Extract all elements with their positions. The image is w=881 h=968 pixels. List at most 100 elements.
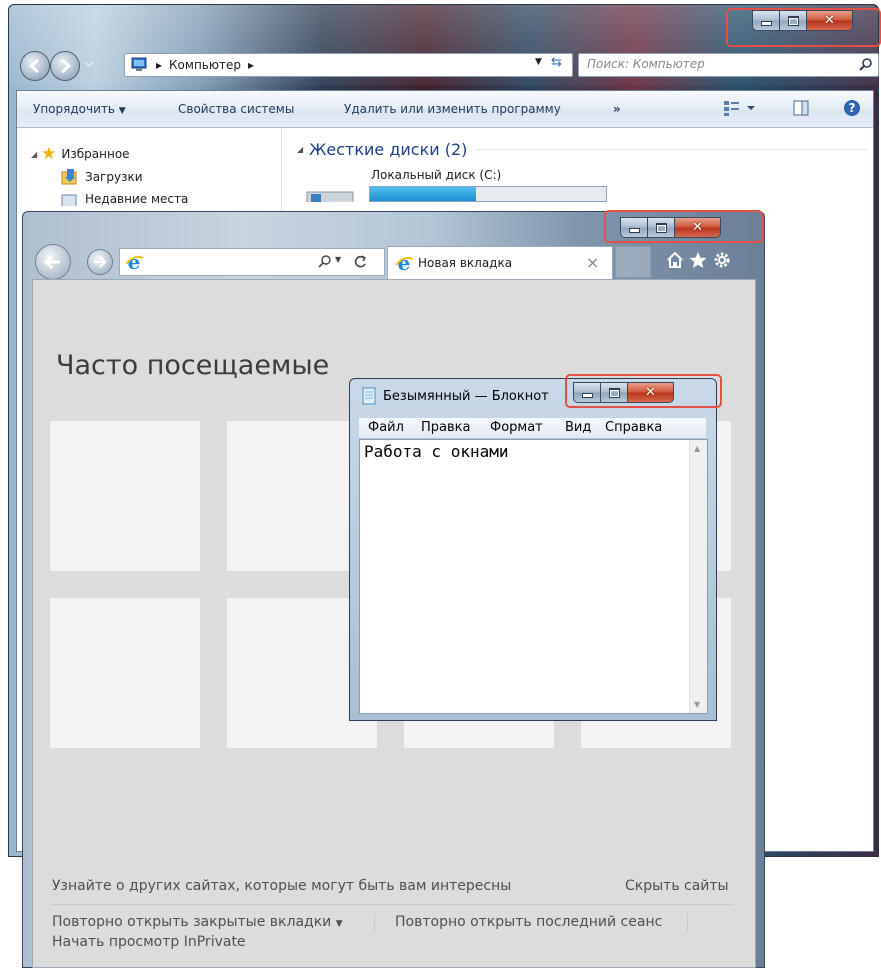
nav-favorites[interactable]: ◢ ★ Избранное (31, 144, 130, 164)
preview-pane-button[interactable] (793, 100, 809, 116)
breadcrumb-separator-icon: ▸ (156, 58, 163, 72)
menu-file[interactable]: Файл (368, 420, 404, 435)
drive-c-icon (305, 188, 355, 202)
menu-edit[interactable]: Правка (421, 420, 470, 435)
discover-sites-link[interactable]: Узнайте о других сайтах, которые могут б… (52, 878, 511, 894)
ie-tab-new[interactable]: e Новая вкладка × (387, 246, 613, 279)
drive-c-label[interactable]: Локальный диск (C:) (371, 168, 501, 182)
minimize-icon (628, 228, 640, 233)
explorer-search-placeholder: Поиск: Компьютер (587, 57, 705, 71)
notepad-text-area[interactable]: Работа с окнами ▲ ▼ (359, 439, 708, 714)
star-icon: ★ (41, 144, 57, 164)
maximize-icon (787, 15, 799, 26)
hard-drives-group-label: Жесткие диски (2) (309, 140, 468, 159)
explorer-command-bar: Упорядочить ▼ Свойства системы Удалить и… (17, 91, 873, 128)
nav-recent-places[interactable]: Недавние места (61, 192, 188, 206)
notepad-text-content: Работа с окнами (364, 442, 509, 461)
back-button[interactable] (20, 51, 50, 81)
search-dropdown-icon[interactable]: ▼ (335, 255, 341, 264)
hard-drive-icon (306, 191, 354, 202)
help-button[interactable]: ? (843, 99, 861, 117)
ie-minimize-button[interactable] (620, 217, 648, 238)
arrow-right-icon (61, 58, 72, 74)
ie-logo-icon: e (395, 253, 414, 273)
notepad-vertical-scrollbar[interactable]: ▲ ▼ (689, 440, 707, 713)
menu-help[interactable]: Справка (605, 420, 662, 435)
explorer-maximize-button[interactable] (780, 10, 807, 31)
maximize-icon (608, 387, 620, 398)
favorites-star-icon[interactable] (688, 250, 708, 270)
forward-button[interactable] (50, 51, 80, 81)
nav-favorites-label: Избранное (61, 147, 130, 161)
refresh-icon[interactable] (352, 254, 368, 270)
drive-c-usage-fill (370, 187, 477, 201)
gear-icon[interactable] (712, 250, 732, 270)
maximize-icon (655, 222, 667, 233)
ie-close-button[interactable]: ✕ (675, 217, 721, 238)
refresh-icon[interactable]: ⇆ (551, 55, 562, 70)
notepad-window-controls: ✕ (573, 382, 674, 403)
search-icon[interactable] (318, 255, 332, 269)
explorer-search-input[interactable]: Поиск: Компьютер (578, 53, 879, 77)
preview-pane-icon (793, 100, 809, 116)
notepad-window: Безымянный — Блокнот ✕ Файл Правка Форма… (349, 374, 722, 721)
hard-drives-group-header[interactable]: ◢ Жесткие диски (2) (297, 140, 867, 159)
view-icon (724, 101, 755, 116)
explorer-navbar: ▸ Компьютер ▸ ▼ ⇆ Поиск: Компьютер (16, 49, 879, 81)
collapse-arrow-icon: ◢ (31, 149, 38, 159)
help-icon: ? (844, 100, 860, 116)
explorer-close-button[interactable]: ✕ (807, 10, 853, 31)
site-tile[interactable] (50, 598, 200, 748)
downloads-folder-icon (61, 169, 77, 185)
explorer-minimize-button[interactable] (752, 10, 780, 31)
scroll-up-icon[interactable]: ▲ (694, 444, 700, 453)
recent-places-icon (61, 194, 77, 206)
notepad-close-button[interactable]: ✕ (628, 382, 674, 403)
nav-recent-places-label: Недавние места (85, 192, 189, 206)
reopen-closed-tabs-label: Повторно открыть закрытые вкладки (52, 914, 332, 930)
hide-sites-link[interactable]: Скрыть сайты (625, 878, 729, 894)
ie-maximize-button[interactable] (648, 217, 675, 238)
system-properties-button[interactable]: Свойства системы (178, 102, 294, 116)
view-options-button[interactable] (723, 99, 759, 117)
minimize-icon (581, 393, 593, 398)
breadcrumb-computer[interactable]: Компьютер (169, 58, 241, 72)
organize-button[interactable]: Упорядочить ▼ (33, 102, 126, 116)
menu-view[interactable]: Вид (565, 420, 591, 435)
history-dropdown[interactable] (83, 58, 95, 70)
reopen-closed-tabs-link[interactable]: Повторно открыть закрытые вкладки ▼ (52, 914, 343, 930)
collapse-arrow-icon: ◢ (297, 145, 304, 154)
menu-format[interactable]: Формат (490, 420, 543, 435)
scroll-down-icon[interactable]: ▼ (694, 700, 700, 709)
chevron-down-icon: ▼ (118, 106, 126, 116)
close-icon: ✕ (645, 385, 656, 400)
svg-text:e: e (398, 253, 411, 273)
address-bar[interactable]: ▸ Компьютер ▸ ▼ ⇆ (124, 53, 573, 77)
site-tile[interactable] (50, 421, 200, 571)
ie-logo-icon: e (125, 252, 144, 272)
close-icon: ✕ (692, 220, 703, 235)
reopen-last-session-link[interactable]: Повторно открыть последний сеанс (395, 914, 662, 930)
notepad-maximize-button[interactable] (601, 382, 628, 403)
organize-label: Упорядочить (33, 102, 115, 116)
address-dropdown-icon[interactable]: ▼ (535, 57, 542, 67)
arrow-left-icon (43, 254, 60, 270)
more-commands-button[interactable]: » (613, 102, 621, 116)
ie-tab-title: Новая вкладка (418, 256, 513, 270)
close-icon: ✕ (824, 13, 835, 28)
ie-tab-close-button[interactable]: × (586, 253, 599, 272)
home-icon[interactable] (665, 250, 685, 270)
ie-new-tab-button[interactable] (615, 246, 651, 278)
ie-window-controls: ✕ (620, 217, 721, 238)
breadcrumb-expand-icon[interactable]: ▸ (248, 58, 254, 72)
nav-downloads[interactable]: Загрузки (61, 168, 143, 186)
ie-address-bar[interactable]: e ▼ (119, 248, 385, 276)
inprivate-link[interactable]: Начать просмотр InPrivate (52, 934, 246, 950)
ie-forward-button[interactable] (87, 249, 113, 275)
uninstall-program-button[interactable]: Удалить или изменить программу (344, 102, 561, 116)
ie-back-button[interactable] (35, 244, 71, 280)
explorer-window-controls: ✕ (752, 10, 853, 31)
nav-downloads-label: Загрузки (85, 170, 143, 184)
notepad-minimize-button[interactable] (573, 382, 601, 403)
notepad-title: Безымянный — Блокнот (383, 389, 549, 404)
